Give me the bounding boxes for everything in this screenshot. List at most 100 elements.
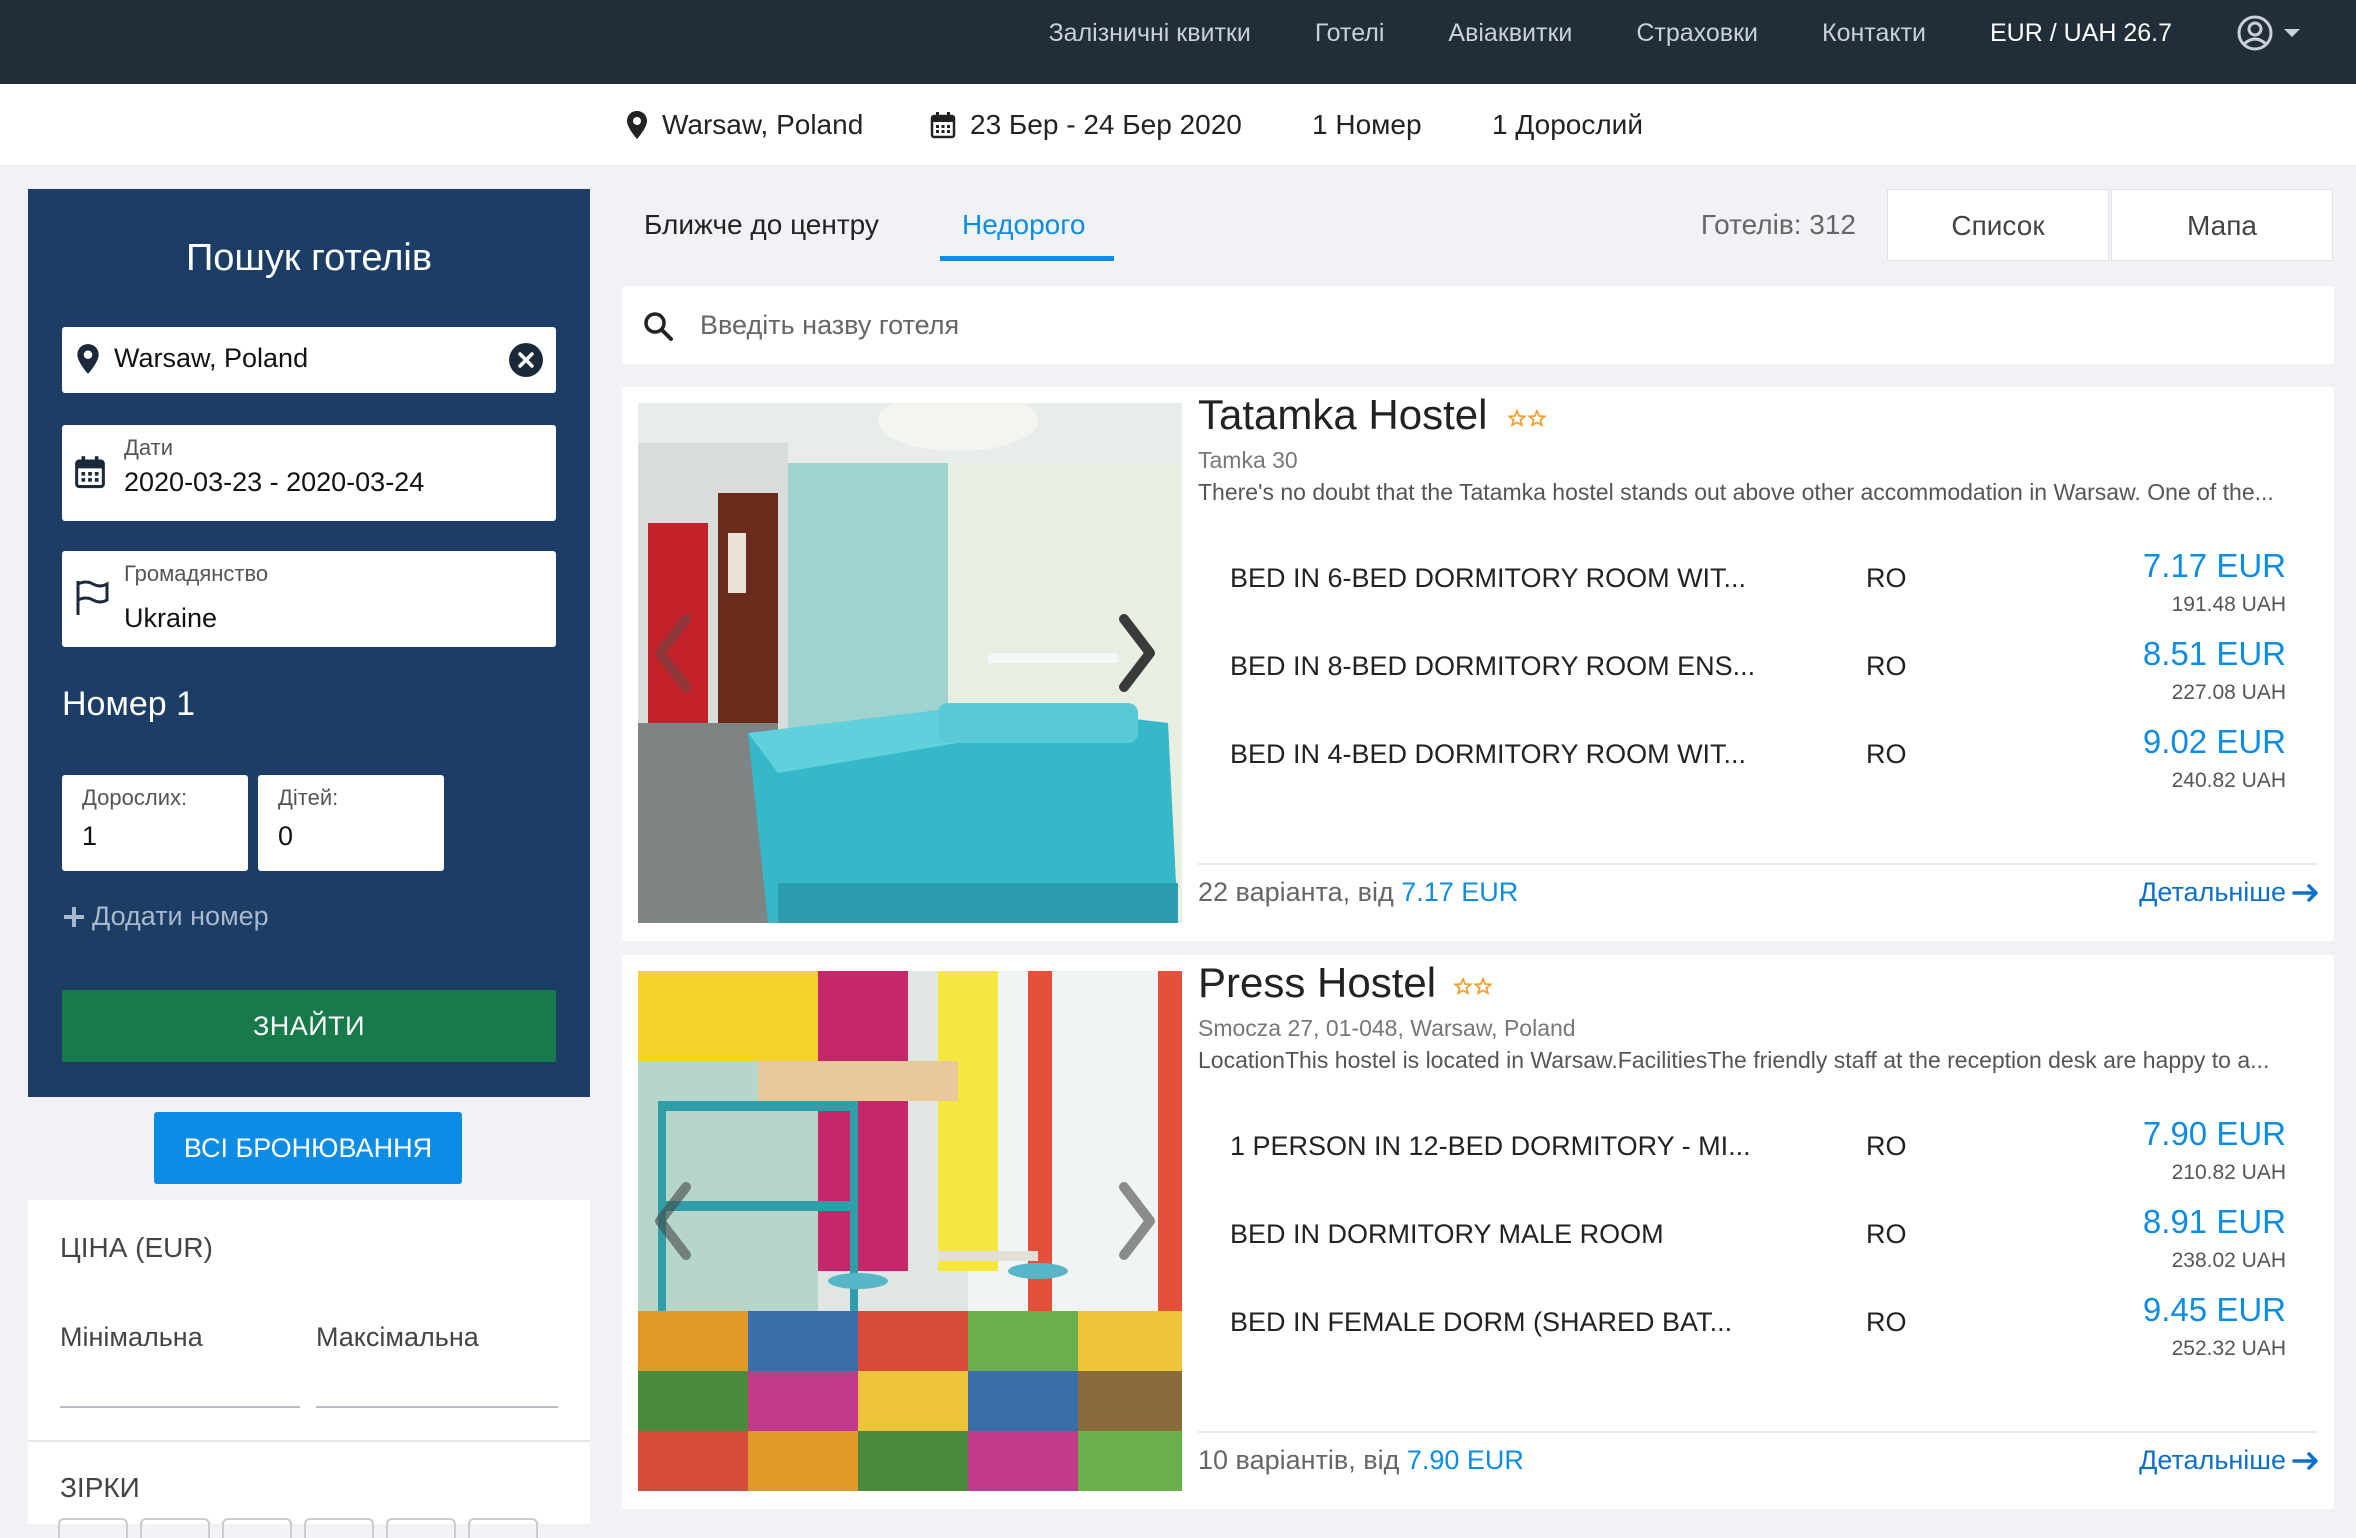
summary-dates-text: 23 Бер - 24 Бер 2020 <box>970 109 1242 140</box>
children-value: 0 <box>278 821 294 851</box>
chevron-right-icon[interactable] <box>1118 613 1158 693</box>
room-price-eur: 9.45 EUR <box>2142 1291 2286 1328</box>
hotel-name[interactable]: Press Hostel <box>1198 959 1436 1007</box>
chevron-right-icon[interactable] <box>1118 1181 1158 1261</box>
room-offer-row[interactable]: 1 PERSON IN 12-BED DORMITORY - MI... RO … <box>1230 1115 2316 1197</box>
search-icon <box>644 312 673 341</box>
search-summary-bar: Warsaw, Poland 23 Бер - 24 Бер 2020 1 Но… <box>0 84 2356 166</box>
currency-rate: EUR / UAH 26.7 <box>1989 18 2172 47</box>
meal-plan: RO <box>1866 1131 1907 1161</box>
nav-link-hotels[interactable]: Готелі <box>1315 19 1385 48</box>
variants-count: 22 варіанта, від <box>1198 877 1394 907</box>
hotel-name[interactable]: Tatamka Hostel <box>1198 391 1487 439</box>
nav-link-train-tickets[interactable]: Залізничні квитки <box>1049 19 1251 48</box>
hotel-photo[interactable] <box>638 971 1182 1491</box>
find-button[interactable]: ЗНАЙТИ <box>62 990 556 1062</box>
details-link[interactable]: Детальніше <box>2139 1445 2320 1476</box>
plus-icon <box>64 906 84 927</box>
user-circle-icon <box>2237 15 2273 51</box>
star-filter-option[interactable] <box>140 1518 210 1538</box>
children-label: Дітей: <box>278 785 339 810</box>
star-filter-option[interactable] <box>386 1518 456 1538</box>
adults-value: 1 <box>82 821 98 851</box>
clear-icon[interactable] <box>508 342 544 378</box>
summary-rooms[interactable]: 1 Номер <box>1312 84 1422 166</box>
room-price-eur: 8.91 EUR <box>2142 1203 2286 1240</box>
hotel-room-image <box>638 971 1182 1491</box>
hotel-count: Готелів: 312 <box>1700 209 1856 240</box>
hotel-photo[interactable] <box>638 403 1182 923</box>
top-nav-links: Залізничні квитки Готелі Авіаквитки Стра… <box>985 0 2302 66</box>
view-map-button[interactable]: Мапа <box>2111 189 2333 261</box>
all-bookings-button[interactable]: ВСІ БРОНЮВАННЯ <box>154 1112 462 1184</box>
room-price-eur: 7.90 EUR <box>2142 1115 2286 1152</box>
nav-link-contacts[interactable]: Контакти <box>1822 19 1926 48</box>
citizenship-field[interactable]: Громадянство Ukraine <box>62 551 556 647</box>
add-room-label: Додати номер <box>92 901 269 931</box>
variants-summary: 10 варіантів, від 7.90 EUR <box>1198 1445 1524 1476</box>
location-field[interactable]: Warsaw, Poland <box>62 327 556 393</box>
search-panel-title: Пошук готелів <box>185 237 433 279</box>
card-divider <box>1198 863 2318 865</box>
summary-location-text: Warsaw, Poland <box>662 109 864 140</box>
room-price-eur: 9.02 EUR <box>2142 723 2286 760</box>
star-filter-option[interactable] <box>304 1518 374 1538</box>
dates-field[interactable]: Дати 2020-03-23 - 2020-03-24 <box>62 425 556 521</box>
room-offer-row[interactable]: BED IN DORMITORY MALE ROOM RO 8.91 EUR 2… <box>1230 1203 2316 1285</box>
meal-plan: RO <box>1866 1307 1907 1337</box>
variants-summary: 22 варіанта, від 7.17 EUR <box>1198 877 1518 908</box>
room-name: BED IN 8-BED DORMITORY ROOM ENS... <box>1230 651 1756 681</box>
variants-count: 10 варіантів, від <box>1198 1445 1400 1475</box>
hotel-search-input[interactable] <box>700 300 2300 350</box>
chevron-left-icon[interactable] <box>652 613 692 693</box>
card-divider <box>1198 1431 2318 1433</box>
dates-label: Дати <box>124 435 174 460</box>
room-offer-row[interactable]: BED IN 4-BED DORMITORY ROOM WIT... RO 9.… <box>1230 723 2316 805</box>
summary-dates[interactable]: 23 Бер - 24 Бер 2020 <box>930 84 1242 166</box>
tab-cheap[interactable]: Недорого <box>962 189 1085 261</box>
arrow-right-icon <box>2292 883 2318 902</box>
meal-plan: RO <box>1866 1219 1907 1249</box>
max-price-label: Максімальна <box>316 1322 479 1352</box>
calendar-icon <box>75 456 105 489</box>
room-price-uah: 227.08 UAH <box>2171 681 2286 704</box>
star-outline-icon <box>1473 977 1493 996</box>
min-price-input[interactable] <box>60 1406 300 1408</box>
summary-guests-text: 1 Дорослий <box>1492 109 1643 140</box>
room-price-uah: 210.82 UAH <box>2171 1161 2286 1184</box>
user-menu[interactable] <box>2236 14 2302 52</box>
star-filter-option[interactable] <box>468 1518 538 1538</box>
details-link[interactable]: Детальніше <box>2139 877 2320 908</box>
children-field[interactable]: Дітей: 0 <box>258 775 444 871</box>
nav-link-insurance[interactable]: Страховки <box>1636 19 1758 48</box>
chevron-left-icon[interactable] <box>652 1181 692 1261</box>
summary-guests[interactable]: 1 Дорослий <box>1492 84 1643 166</box>
caret-down-icon <box>2284 29 2300 37</box>
tab-closer-to-center[interactable]: Ближче до центру <box>644 189 879 261</box>
hotel-description: There's no doubt that the Tatamka hostel… <box>1198 479 2274 505</box>
star-outline-icon <box>1527 409 1547 428</box>
star-filter-option[interactable] <box>58 1518 128 1538</box>
meal-plan: RO <box>1866 651 1907 681</box>
room-offer-row[interactable]: BED IN 8-BED DORMITORY ROOM ENS... RO 8.… <box>1230 635 2316 717</box>
room-offer-row[interactable]: BED IN 6-BED DORMITORY ROOM WIT... RO 7.… <box>1230 547 2316 629</box>
max-price-input[interactable] <box>316 1406 558 1408</box>
summary-location[interactable]: Warsaw, Poland <box>626 84 863 166</box>
summary-rooms-text: 1 Номер <box>1312 109 1422 140</box>
adults-field[interactable]: Дорослих: 1 <box>62 775 248 871</box>
map-pin-icon <box>627 111 647 139</box>
room-price-uah: 252.32 UAH <box>2171 1337 2286 1360</box>
add-room-button[interactable]: Додати номер <box>62 901 269 932</box>
room-price-uah: 240.82 UAH <box>2171 769 2286 792</box>
top-navigation-bar: Залізничні квитки Готелі Авіаквитки Стра… <box>0 0 2356 84</box>
hotel-name-search <box>622 286 2334 364</box>
room-offer-row[interactable]: BED IN FEMALE DORM (SHARED BAT... RO 9.4… <box>1230 1291 2316 1373</box>
nav-link-flights[interactable]: Авіаквитки <box>1448 19 1572 48</box>
details-label: Детальніше <box>2139 1445 2286 1475</box>
meal-plan: RO <box>1866 739 1907 769</box>
star-filter-option[interactable] <box>222 1518 292 1538</box>
hotel-stars <box>1454 977 1493 996</box>
arrow-right-icon <box>2292 1451 2318 1470</box>
view-list-button[interactable]: Список <box>1887 189 2109 261</box>
hotel-card: Tatamka Hostel Tamka 30 There's no doubt… <box>622 387 2334 941</box>
